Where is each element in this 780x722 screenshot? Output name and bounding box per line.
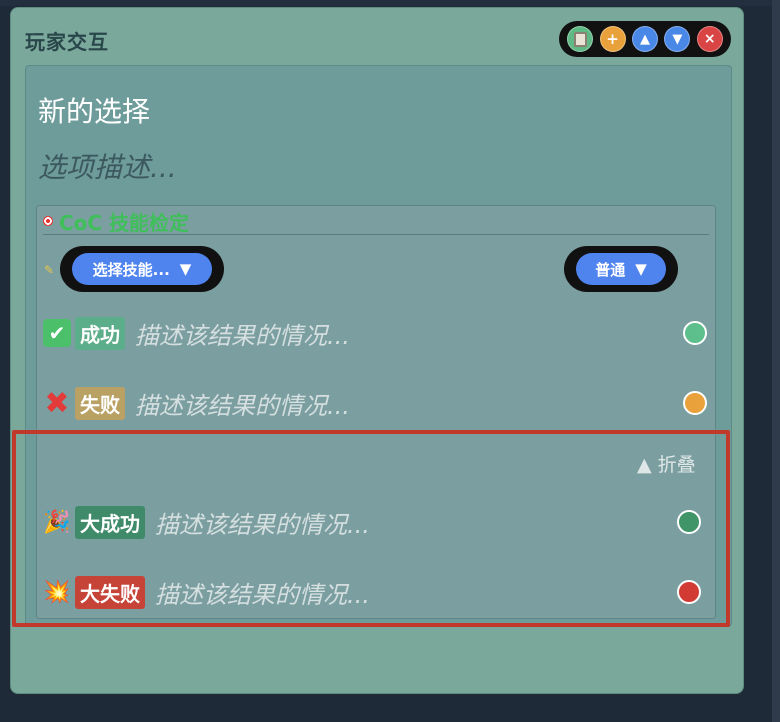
pencil-icon: ✎ (44, 263, 55, 277)
panel-toolbar: + ▲ ▼ × (559, 21, 731, 57)
cross-mark-icon: ✖ (44, 385, 70, 421)
outcome-row-success: ✔ 成功 描述该结果的情况... (43, 315, 707, 351)
check-mark-icon: ✔ (43, 319, 71, 347)
outcome-badge-failure: 失败 (75, 386, 125, 420)
outcome-color-dot[interactable] (683, 391, 707, 415)
highlight-annotation-box (12, 430, 730, 627)
clipboard-icon (573, 31, 587, 47)
outcome-color-dot[interactable] (683, 321, 707, 345)
skill-select-wrapper: 选择技能... ▼ (60, 246, 224, 292)
choice-description-input[interactable]: 选项描述... (38, 146, 177, 186)
difficulty-select[interactable]: 普通 ▼ (576, 253, 666, 285)
outcome-description-input[interactable]: 描述该结果的情况... (135, 316, 350, 351)
chevron-down-icon: ▼ (635, 260, 647, 278)
close-button[interactable]: × (696, 26, 723, 52)
chevron-down-icon: ▼ (179, 260, 192, 278)
window-top-strip (0, 0, 780, 6)
outcome-badge-success: 成功 (75, 316, 125, 350)
window-scrollbar[interactable] (772, 0, 780, 722)
skill-select-label: 选择技能... (92, 260, 170, 279)
copy-button[interactable] (567, 26, 594, 52)
difficulty-select-label: 普通 (595, 260, 626, 279)
skill-check-header: CoC 技能检定 (43, 208, 190, 235)
section-divider (43, 234, 709, 235)
add-button[interactable]: + (599, 26, 626, 52)
move-up-button[interactable]: ▲ (631, 26, 658, 52)
skill-select[interactable]: 选择技能... ▼ (72, 253, 212, 285)
outcome-description-input[interactable]: 描述该结果的情况... (135, 386, 350, 421)
skill-check-label: CoC 技能检定 (59, 210, 190, 235)
panel-title: 玩家交互 (25, 30, 109, 54)
move-down-button[interactable]: ▼ (664, 26, 691, 52)
difficulty-select-wrapper: 普通 ▼ (564, 246, 678, 292)
choice-title-input[interactable]: 新的选择 (38, 90, 150, 130)
outcome-row-failure: ✖ 失败 描述该结果的情况... (43, 385, 707, 421)
target-icon (43, 216, 53, 226)
